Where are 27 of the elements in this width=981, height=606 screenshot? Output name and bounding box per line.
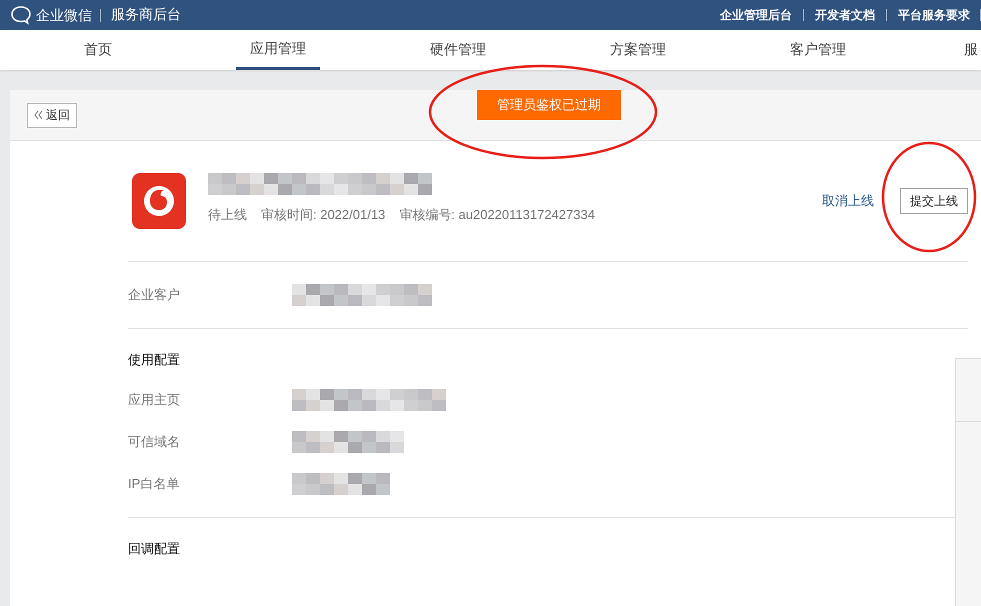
chat-bubble-icon (10, 5, 32, 25)
section-title: 使用配置 (128, 351, 181, 369)
back-button[interactable]: 返回 (27, 102, 77, 128)
review-time: 审核时间: 2022/01/13 (261, 206, 386, 224)
top-link[interactable]: 企业管理后台 (709, 9, 804, 21)
top-link[interactable]: 平台服务要求 (887, 9, 981, 21)
nav-tab[interactable]: 应用管理 (236, 30, 320, 70)
app-status: 待上线 (208, 206, 247, 224)
brand-name: 企业微信 (36, 8, 101, 22)
nav-tab[interactable]: 服 (950, 30, 981, 70)
submit-button[interactable]: 提交上线 (900, 188, 968, 214)
field-label: 企业客户 (128, 286, 181, 304)
portal-title: 服务商后台 (110, 6, 181, 24)
nav-tab[interactable]: 方案管理 (596, 30, 680, 70)
nav-tab[interactable]: 硬件管理 (416, 30, 500, 70)
section-title: 回调配置 (128, 540, 181, 558)
top-link[interactable]: 开发者文档 (804, 9, 887, 21)
nav-tab[interactable]: 客户管理 (776, 30, 860, 70)
double-chevron-icon (34, 110, 43, 120)
error-toast: 管理员鉴权已过期 (477, 90, 621, 120)
app-logo-icon (132, 173, 186, 229)
field-label: 应用主页 (128, 391, 181, 409)
nav-tab[interactable]: 首页 (70, 30, 126, 70)
field-label: IP白名单 (128, 475, 180, 493)
review-number: 审核编号: au20220113172427334 (399, 206, 595, 224)
field-label: 可信域名 (128, 433, 181, 451)
cancel-link[interactable]: 取消上线 (822, 192, 874, 210)
